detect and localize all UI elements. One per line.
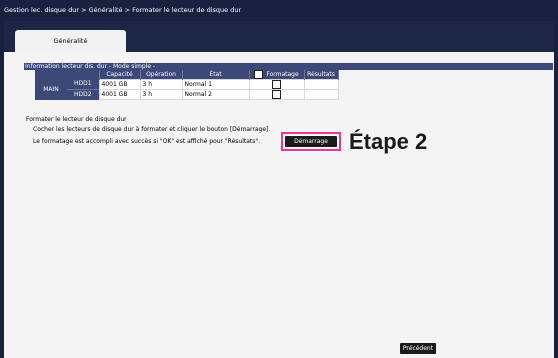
hdd-label: HDD2 [67,89,99,100]
format-checkbox-hdd1[interactable] [272,80,281,89]
hdd-info-section-header: Information lecteur dis. dur - Mode simp… [24,63,553,70]
format-cell [248,89,305,100]
column-header-capacity: Capacité [99,70,141,80]
format-instruction-2: Le formatage est accompli avec succès si… [33,138,261,145]
table-row: MAIN HDD1 4001 GB 3 h Normal 1 [35,79,339,100]
capacity-cell: 4001 GB [98,89,141,100]
operation-cell: 3 h [139,79,183,90]
state-cell: Normal 2 [181,89,250,100]
format-cell [248,79,305,90]
breadcrumb: Gestion lec. disque dur > Généralité > F… [4,6,242,14]
format-instruction-1: Cocher les lecteurs de disque dur à form… [33,126,271,133]
hdd-table: Capacité Opération État Formatage Résult… [35,70,339,100]
operation-cell: 3 h [139,89,183,100]
capacity-cell: 4001 GB [98,79,141,90]
column-header-format-label: Formatage [266,71,299,78]
previous-button[interactable]: Précédent [400,343,436,354]
table-row: HDD2 4001 GB 3 h Normal 2 [35,89,339,100]
result-cell [303,79,339,90]
tab-bar: Généralité [4,21,554,52]
column-header-results: Résultats [304,70,339,80]
state-cell: Normal 1 [181,79,250,90]
column-header-state: État [182,70,250,80]
select-all-checkbox[interactable] [254,70,264,79]
column-header-operation: Opération [140,70,183,80]
format-checkbox-hdd2[interactable] [272,90,281,99]
table-header-row: Capacité Opération État Formatage Résult… [35,70,339,80]
start-button[interactable]: Démarrage [285,136,337,147]
column-header-format: Formatage [249,70,305,80]
format-section-title: Formater le lecteur de disque dur [26,116,127,123]
step-label: Étape 2 [349,129,428,154]
group-label-main: MAIN [35,79,67,100]
tab-generalite[interactable]: Généralité [15,30,126,52]
hdd-label: HDD1 [67,79,99,90]
result-cell [303,89,339,100]
table-header-blank [35,70,100,80]
